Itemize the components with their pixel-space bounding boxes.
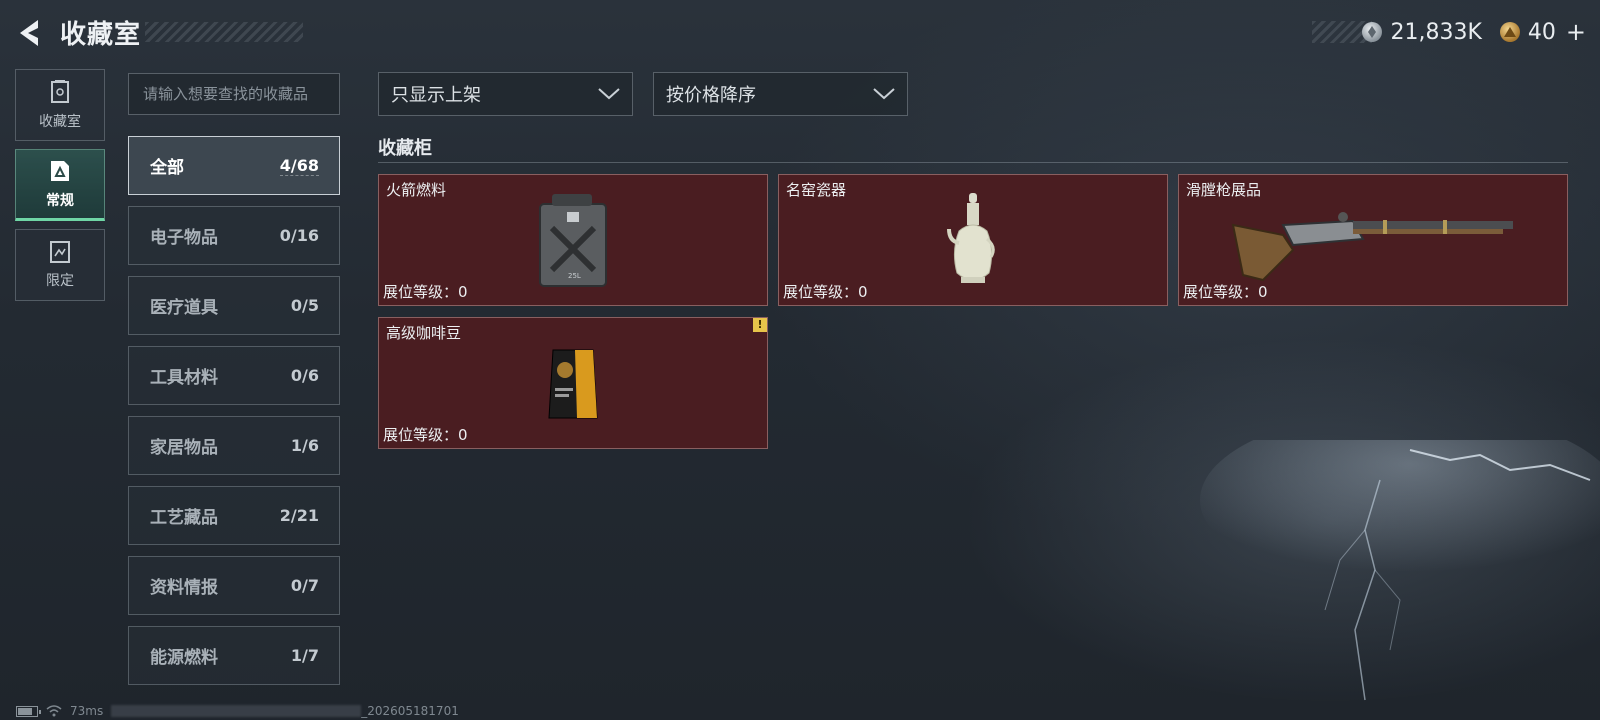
- item-level: 展位等级：0: [1183, 283, 1268, 301]
- sort-order-value: 按价格降序: [666, 85, 756, 106]
- coffee-bag-image: [548, 349, 598, 419]
- side-nav-item-limited[interactable]: 限定: [15, 229, 105, 301]
- category-item-energy[interactable]: 能源燃料 1/7: [128, 626, 340, 685]
- fuel-canister-image: 25L: [539, 194, 607, 287]
- category-count: 0/16: [279, 226, 319, 245]
- porcelain-ewer-image: [947, 193, 995, 283]
- side-nav-label: 收藏室: [39, 114, 81, 130]
- category-item-electronics[interactable]: 电子物品 0/16: [128, 206, 340, 265]
- chevron-down-icon: [873, 88, 895, 100]
- collectible-card[interactable]: 高级咖啡豆 ! 展位等级：0: [378, 317, 768, 449]
- category-count: 1/7: [290, 646, 319, 665]
- section-divider: [378, 162, 1568, 163]
- collectible-card[interactable]: 名窑瓷器 展位等级：0: [778, 174, 1168, 306]
- item-level: 展位等级：0: [383, 283, 468, 301]
- side-nav-item-collection-room[interactable]: 收藏室: [15, 69, 105, 141]
- lightning-background-decoration: [1200, 440, 1600, 701]
- category-name: 工具材料: [150, 368, 218, 388]
- back-arrow-icon[interactable]: [14, 16, 44, 50]
- category-name: 能源燃料: [150, 648, 218, 668]
- category-name: 工艺藏品: [150, 508, 218, 528]
- build-info-redacted: [111, 705, 362, 717]
- category-item-intel[interactable]: 资料情报 0/7: [128, 556, 340, 615]
- musket-image: [1231, 212, 1513, 282]
- search-input[interactable]: [143, 85, 325, 103]
- side-nav: 收藏室 常规 限定: [15, 69, 105, 309]
- currency-bar: 21,833K 40 +: [1362, 18, 1586, 46]
- category-count: 1/6: [290, 436, 319, 455]
- build-id: _202605181701: [361, 704, 459, 718]
- gold-coin-icon: [1499, 22, 1520, 42]
- item-name: 名窑瓷器: [786, 181, 847, 199]
- category-count: 0/6: [290, 366, 319, 385]
- category-item-tools[interactable]: 工具材料 0/6: [128, 346, 340, 405]
- category-count: 2/21: [279, 506, 319, 525]
- ping-value: 73ms: [70, 704, 104, 718]
- title-decoration-stripes: [145, 22, 303, 42]
- item-level: 展位等级：0: [783, 283, 868, 301]
- category-item-all[interactable]: 全部 4/68: [128, 136, 340, 195]
- battery-icon: [16, 705, 41, 717]
- item-name: 火箭燃料: [386, 181, 447, 199]
- category-count: 4/68: [279, 155, 319, 176]
- chevron-down-icon: [598, 88, 620, 100]
- side-nav-label: 限定: [46, 273, 74, 289]
- status-bar: 73ms _202605181701: [16, 704, 459, 718]
- gold-currency-value: 40: [1527, 19, 1556, 45]
- warning-badge: !: [753, 318, 767, 332]
- add-currency-button[interactable]: +: [1566, 18, 1586, 46]
- display-filter-value: 只显示上架: [391, 85, 481, 106]
- category-name: 医疗道具: [150, 298, 218, 318]
- category-item-crafts[interactable]: 工艺藏品 2/21: [128, 486, 340, 545]
- search-box: [128, 73, 340, 115]
- side-nav-item-regular[interactable]: 常规: [15, 149, 105, 221]
- item-level: 展位等级：0: [383, 426, 468, 444]
- category-name: 家居物品: [150, 438, 218, 458]
- category-item-medical[interactable]: 医疗道具 0/5: [128, 276, 340, 335]
- collectible-card[interactable]: 火箭燃料 25L 展位等级：0: [378, 174, 768, 306]
- category-name: 电子物品: [150, 228, 218, 248]
- category-count: 0/7: [290, 576, 319, 595]
- page-title: 收藏室: [60, 20, 142, 50]
- limited-icon: [50, 241, 70, 263]
- silver-currency-value: 21,833K: [1390, 19, 1482, 45]
- display-filter-dropdown[interactable]: 只显示上架: [378, 72, 633, 116]
- category-item-household[interactable]: 家居物品 1/6: [128, 416, 340, 475]
- category-name: 资料情报: [150, 578, 218, 598]
- cabinet-title: 收藏柜: [378, 138, 432, 159]
- collectible-card[interactable]: 滑膛枪展品 展位等级：0: [1178, 174, 1568, 306]
- item-name: 高级咖啡豆: [386, 324, 462, 342]
- category-name: 全部: [150, 158, 184, 178]
- sort-order-dropdown[interactable]: 按价格降序: [653, 72, 908, 116]
- svg-text:25L: 25L: [568, 272, 581, 280]
- wifi-icon: [46, 705, 62, 717]
- side-nav-label: 常规: [46, 193, 74, 209]
- collection-room-icon: [51, 80, 69, 103]
- silver-coin-icon: [1362, 22, 1383, 42]
- category-list: 全部 4/68 电子物品 0/16 医疗道具 0/5 工具材料 0/6 家居物品…: [128, 136, 340, 696]
- category-count: 0/5: [290, 296, 319, 315]
- regular-icon: [51, 161, 69, 181]
